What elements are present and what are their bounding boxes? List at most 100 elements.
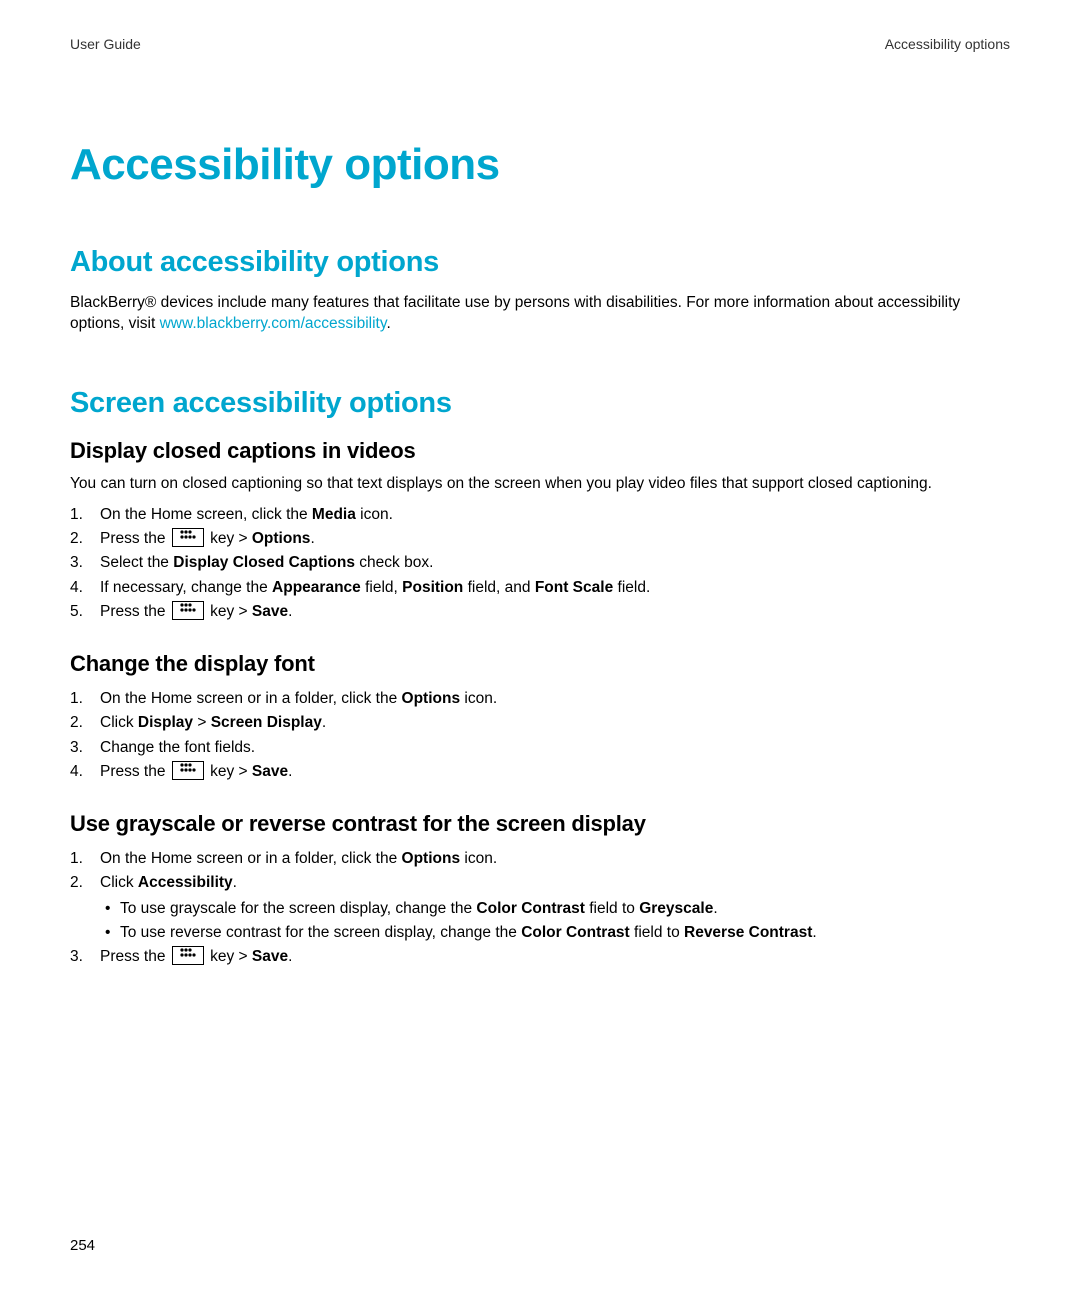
step-text: On the Home screen or in a folder, click… bbox=[100, 850, 402, 867]
header-right: Accessibility options bbox=[885, 36, 1010, 52]
step-text: icon. bbox=[460, 850, 497, 867]
step-text: Select the bbox=[100, 554, 173, 571]
list-item: To use grayscale for the screen display,… bbox=[120, 897, 1010, 920]
step-number: 2. bbox=[70, 871, 83, 894]
page-title: Accessibility options bbox=[70, 140, 1010, 190]
list-item: 1.On the Home screen or in a folder, cli… bbox=[100, 847, 1010, 870]
font-steps: 1. On the Home screen or in a folder, cli… bbox=[70, 687, 1010, 783]
step-text: . bbox=[713, 900, 717, 917]
step-text: . bbox=[310, 530, 314, 547]
contrast-sublist: To use grayscale for the screen display,… bbox=[100, 897, 1010, 945]
step-number: 4. bbox=[70, 760, 83, 783]
menu-key-icon bbox=[172, 601, 204, 620]
step-bold: Save bbox=[252, 948, 288, 965]
step-text: key > bbox=[206, 948, 252, 965]
list-item: 3.Select the Display Closed Captions che… bbox=[100, 551, 1010, 574]
step-text: . bbox=[322, 714, 326, 731]
step-text: . bbox=[288, 763, 292, 780]
list-item: 3.Press the key > Save. bbox=[100, 945, 1010, 968]
step-bold: Screen Display bbox=[211, 714, 322, 731]
contrast-steps: 1. On the Home screen or in a folder, cli… bbox=[70, 847, 1010, 968]
step-number: 4. bbox=[70, 576, 83, 599]
header-left: User Guide bbox=[70, 36, 141, 52]
step-text: field. bbox=[613, 579, 650, 596]
step-text: On the Home screen, click the bbox=[100, 506, 312, 523]
list-item: 4.Press the key > Save. bbox=[100, 760, 1010, 783]
list-item: 2.Click Accessibility. To use grayscale … bbox=[100, 871, 1010, 944]
font-heading: Change the display font bbox=[70, 651, 1010, 677]
running-header: User Guide Accessibility options bbox=[70, 36, 1010, 52]
step-text: . bbox=[288, 603, 292, 620]
step-text: If necessary, change the bbox=[100, 579, 272, 596]
step-bold: Greyscale bbox=[639, 900, 713, 917]
step-text: key > bbox=[206, 603, 252, 620]
step-bold: Appearance bbox=[272, 579, 361, 596]
step-text: Press the bbox=[100, 948, 170, 965]
step-text: . bbox=[233, 874, 237, 891]
step-text: field, bbox=[361, 579, 402, 596]
list-item: 5.Press the key > Save. bbox=[100, 600, 1010, 623]
step-text: > bbox=[193, 714, 211, 731]
step-bold: Options bbox=[252, 530, 311, 547]
contrast-heading: Use grayscale or reverse contrast for th… bbox=[70, 811, 1010, 837]
step-text: . bbox=[812, 924, 816, 941]
step-text: . bbox=[288, 948, 292, 965]
step-text: key > bbox=[206, 530, 252, 547]
step-number: 2. bbox=[70, 711, 83, 734]
step-bold: Color Contrast bbox=[476, 900, 585, 917]
step-bold: Reverse Contrast bbox=[684, 924, 812, 941]
step-text: check box. bbox=[355, 554, 433, 571]
step-text: key > bbox=[206, 763, 252, 780]
list-item: 1.On the Home screen or in a folder, cli… bbox=[100, 687, 1010, 710]
step-number: 3. bbox=[70, 736, 83, 759]
step-number: 1. bbox=[70, 503, 83, 526]
step-bold: Save bbox=[252, 603, 288, 620]
step-number: 2. bbox=[70, 527, 83, 550]
captions-heading: Display closed captions in videos bbox=[70, 438, 1010, 464]
step-text: Change the font fields. bbox=[100, 739, 255, 756]
step-number: 1. bbox=[70, 687, 83, 710]
list-item: 4.If necessary, change the Appearance fi… bbox=[100, 576, 1010, 599]
step-text: icon. bbox=[460, 690, 497, 707]
menu-key-icon bbox=[172, 946, 204, 965]
step-text: Press the bbox=[100, 530, 170, 547]
step-bold: Color Contrast bbox=[521, 924, 630, 941]
list-item: 2.Press the key > Options. bbox=[100, 527, 1010, 550]
menu-key-icon bbox=[172, 528, 204, 547]
step-text: On the Home screen or in a folder, click… bbox=[100, 690, 402, 707]
captions-intro: You can turn on closed captioning so tha… bbox=[70, 474, 1010, 495]
step-number: 3. bbox=[70, 945, 83, 968]
step-text: icon. bbox=[356, 506, 393, 523]
step-bold: Font Scale bbox=[535, 579, 613, 596]
step-number: 3. bbox=[70, 551, 83, 574]
step-text: To use reverse contrast for the screen d… bbox=[120, 924, 521, 941]
step-bold: Display bbox=[138, 714, 193, 731]
step-text: field, and bbox=[463, 579, 535, 596]
step-bold: Options bbox=[402, 850, 461, 867]
step-text: To use grayscale for the screen display,… bbox=[120, 900, 476, 917]
list-item: 2.Click Display > Screen Display. bbox=[100, 711, 1010, 734]
section-about-heading: About accessibility options bbox=[70, 246, 1010, 279]
step-number: 1. bbox=[70, 847, 83, 870]
step-number: 5. bbox=[70, 600, 83, 623]
step-text: field to bbox=[630, 924, 684, 941]
list-item: To use reverse contrast for the screen d… bbox=[120, 921, 1010, 944]
list-item: 3.Change the font fields. bbox=[100, 736, 1010, 759]
step-bold: Save bbox=[252, 763, 288, 780]
step-text: Click bbox=[100, 714, 138, 731]
step-bold: Options bbox=[402, 690, 461, 707]
step-text: Press the bbox=[100, 603, 170, 620]
step-bold: Position bbox=[402, 579, 463, 596]
about-text-b: . bbox=[386, 315, 390, 332]
menu-key-icon bbox=[172, 761, 204, 780]
page-number: 254 bbox=[70, 1237, 95, 1254]
step-bold: Accessibility bbox=[138, 874, 233, 891]
about-paragraph: BlackBerry® devices include many feature… bbox=[70, 293, 1010, 335]
step-bold: Media bbox=[312, 506, 356, 523]
step-bold: Display Closed Captions bbox=[173, 554, 355, 571]
step-text: Click bbox=[100, 874, 138, 891]
page-container: User Guide Accessibility options Accessi… bbox=[0, 0, 1080, 968]
accessibility-link[interactable]: www.blackberry.com/accessibility bbox=[160, 315, 387, 332]
captions-steps: 1. On the Home screen, click the Media ic… bbox=[70, 503, 1010, 623]
step-text: Press the bbox=[100, 763, 170, 780]
